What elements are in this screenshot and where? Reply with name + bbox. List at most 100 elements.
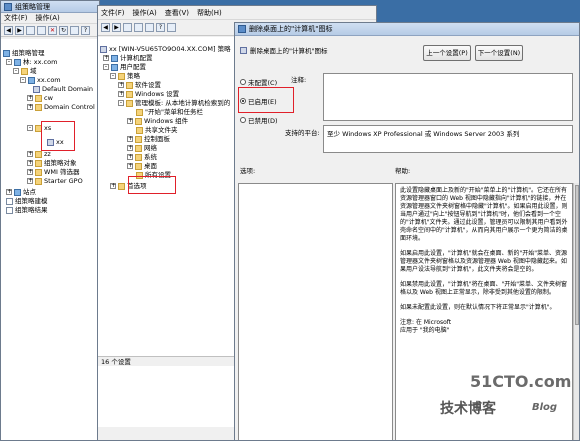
highlight-xs-xx — [41, 121, 75, 151]
tree-node-policy-root[interactable]: xx [WIN-V5U65TO9O04.XX.COM] 策略 — [100, 45, 231, 53]
menu-action[interactable]: 操作(A) — [133, 8, 157, 18]
help-icon[interactable]: ? — [156, 23, 165, 32]
refresh-icon[interactable]: ↻ — [59, 25, 68, 35]
menu-action[interactable]: 操作(A) — [36, 13, 60, 23]
tree-node-gpo-objects[interactable]: + 组策略对象 — [27, 159, 77, 167]
collapse-icon[interactable]: - — [6, 59, 12, 65]
folder-icon — [135, 153, 142, 161]
options-label: 选项: — [240, 167, 256, 175]
tree-node-results[interactable]: 组策略结果 — [6, 206, 48, 214]
tree-node-windows-settings[interactable]: + Windows 设置 — [118, 90, 179, 98]
expand-icon[interactable]: + — [127, 163, 133, 169]
collapse-icon[interactable]: - — [118, 100, 124, 106]
collapse-icon[interactable]: - — [110, 73, 116, 79]
expand-icon[interactable]: + — [127, 136, 133, 142]
tree-node-modeling[interactable]: 组策略建模 — [6, 197, 48, 205]
radio-not-configured[interactable]: 未配置(C) — [240, 77, 277, 87]
show-tree-icon[interactable] — [134, 23, 143, 32]
tree-node-network[interactable]: + 网络 — [127, 144, 157, 152]
scroll-thumb[interactable] — [575, 185, 579, 325]
tree-node-computer-config[interactable]: + 计算机配置 — [103, 54, 153, 62]
tree-node-user-config[interactable]: - 用户配置 — [103, 63, 146, 71]
tree-node-start-menu[interactable]: "开始"菜单和任务栏 — [136, 108, 203, 116]
expand-icon[interactable]: + — [118, 91, 124, 97]
back-icon[interactable]: ◀ — [4, 25, 13, 35]
supported-label: 支持的平台: — [285, 129, 320, 137]
up-icon[interactable] — [123, 23, 132, 32]
collapse-icon[interactable]: - — [27, 125, 33, 131]
delete-icon[interactable]: ✕ — [48, 25, 57, 35]
menu-view[interactable]: 查看(V) — [165, 8, 189, 18]
tree-node-control-panel[interactable]: + 控制面板 — [127, 135, 170, 143]
expand-icon[interactable]: + — [118, 82, 124, 88]
help-scrollbar[interactable] — [573, 183, 579, 440]
tree-node-policies[interactable]: - 策略 — [110, 72, 140, 80]
expand-icon[interactable]: + — [27, 151, 33, 157]
expand-icon[interactable]: + — [27, 160, 33, 166]
tree-node-shared-folders[interactable]: 共享文件夹 — [136, 126, 178, 134]
menu-help[interactable]: 帮助(H) — [197, 8, 222, 18]
menu-file[interactable]: 文件(F) — [101, 8, 125, 18]
setting-name-row: 删除桌面上的"计算机"图标 — [240, 45, 327, 55]
expand-icon[interactable]: + — [27, 95, 33, 101]
forward-icon[interactable]: ▶ — [15, 25, 24, 35]
folder-icon — [118, 72, 125, 80]
comment-field[interactable] — [323, 73, 573, 121]
help-paragraph: 如果未配置此设置，则在默认情况下将正常显示"计算机"。 — [400, 304, 556, 311]
tree-node-desktop[interactable]: + 桌面 — [127, 162, 157, 170]
filter-icon[interactable] — [167, 23, 176, 32]
expand-icon[interactable]: + — [103, 55, 109, 61]
gpmc-titlebar[interactable]: 组策略管理 — [1, 1, 99, 13]
folder-icon — [126, 99, 133, 107]
export-icon[interactable] — [70, 25, 79, 35]
help-icon[interactable]: ? — [81, 25, 90, 35]
collapse-icon[interactable]: - — [13, 68, 19, 74]
tree-node-system[interactable]: + 系统 — [127, 153, 157, 161]
status-text: 16 个设置 — [101, 358, 131, 366]
highlight-desktop — [128, 176, 176, 194]
tree-node-windows-components[interactable]: + Windows 组件 — [127, 117, 188, 125]
menu-file[interactable]: 文件(F) — [4, 13, 28, 23]
tree-node-sites[interactable]: + 站点 — [6, 188, 36, 196]
user-icon — [111, 63, 118, 71]
expand-icon[interactable]: + — [6, 189, 12, 195]
expand-icon[interactable]: + — [27, 104, 33, 110]
tree-node-domain-control[interactable]: + Domain Control — [27, 103, 95, 111]
up-icon[interactable] — [26, 25, 35, 35]
tree-node-cw[interactable]: + cw — [27, 94, 53, 102]
export-icon[interactable] — [145, 23, 154, 32]
next-setting-button[interactable]: 下一个设置(N) — [475, 45, 523, 61]
ou-icon — [35, 94, 42, 102]
expand-icon[interactable]: + — [27, 169, 33, 175]
tree-node-forest[interactable]: - 林: xx.com — [6, 58, 57, 66]
gpmc-title: 组策略管理 — [15, 2, 50, 11]
prev-setting-button[interactable]: 上一个设置(P) — [423, 45, 471, 61]
gpme-menubar: 文件(F) 操作(A) 查看(V) 帮助(H) — [98, 6, 376, 20]
collapse-icon[interactable]: - — [20, 77, 26, 83]
expand-icon[interactable]: + — [127, 118, 133, 124]
help-label: 帮助: — [395, 167, 411, 175]
show-tree-icon[interactable] — [37, 25, 46, 35]
radio-disabled[interactable]: 已禁用(D) — [240, 115, 278, 125]
expand-icon[interactable]: + — [27, 178, 33, 184]
tree-node-gpmc[interactable]: 组策略管理 — [3, 49, 45, 57]
tree-node-starter-gpo[interactable]: + Starter GPO — [27, 177, 83, 185]
collapse-icon[interactable]: - — [103, 64, 109, 70]
forward-icon[interactable]: ▶ — [112, 23, 121, 32]
watermark-blog: Blog — [532, 402, 558, 413]
tree-node-domain[interactable]: - xx.com — [20, 76, 61, 84]
tree-node-default-domain[interactable]: Default Domain — [33, 85, 93, 93]
tree-node-domains[interactable]: -域 — [13, 67, 37, 75]
tree-node-admin-templates[interactable]: - 管理模板: 从本地计算机检索到的 — [118, 99, 230, 107]
dialog-titlebar[interactable]: 删除桌面上的"计算机"图标 — [235, 23, 579, 36]
tree-node-zz[interactable]: + zz — [27, 150, 51, 158]
expand-icon[interactable]: + — [110, 183, 116, 189]
gpmc-toolbar: ◀ ▶ ✕ ↻ ? — [1, 24, 99, 37]
tree-node-wmi[interactable]: + WMI 筛选器 — [27, 168, 80, 176]
expand-icon[interactable]: + — [127, 145, 133, 151]
expand-icon[interactable]: + — [127, 154, 133, 160]
folder-icon — [135, 144, 142, 152]
back-icon[interactable]: ◀ — [101, 23, 110, 32]
ou-icon — [35, 103, 42, 111]
tree-node-software[interactable]: + 软件设置 — [118, 81, 161, 89]
